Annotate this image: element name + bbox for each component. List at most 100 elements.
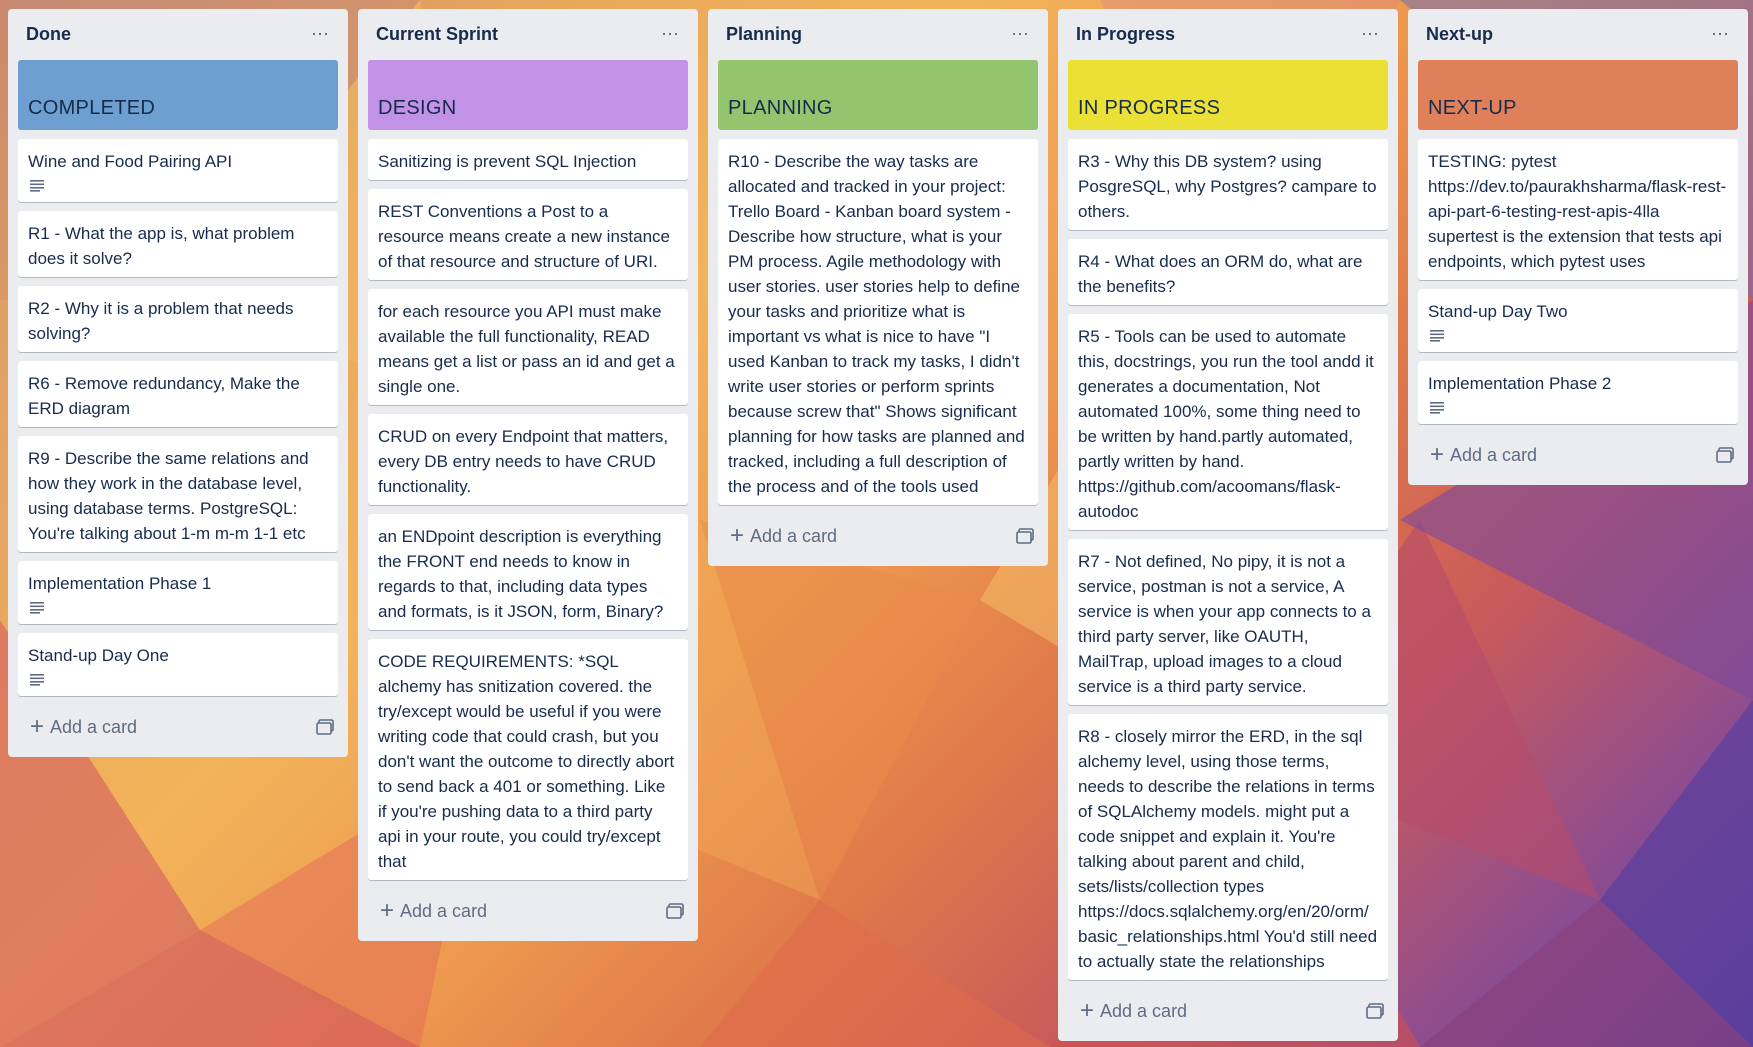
card[interactable]: Wine and Food Pairing API	[18, 139, 338, 202]
plus-icon: +	[730, 522, 745, 549]
add-card-row: + Add a card	[1418, 433, 1738, 477]
card-title: an ENDpoint description is everything th…	[378, 527, 664, 621]
card[interactable]: Stand-up Day One	[18, 633, 338, 696]
card-title: R9 - Describe the same relations and how…	[28, 449, 309, 543]
add-card-button[interactable]: + Add a card	[730, 524, 837, 548]
card-title: R5 - Tools can be used to automate this,…	[1078, 327, 1374, 521]
card-title: Stand-up Day Two	[1428, 302, 1568, 321]
card[interactable]: R4 - What does an ORM do, what are the b…	[1068, 239, 1388, 305]
add-card-label: Add a card	[750, 525, 838, 546]
list-menu-icon[interactable]: ⋯	[1011, 24, 1030, 45]
card[interactable]: R10 - Describe the way tasks are allocat…	[718, 139, 1038, 505]
plus-icon: +	[380, 897, 395, 924]
add-card-button[interactable]: + Add a card	[30, 715, 137, 739]
list-menu-icon[interactable]: ⋯	[1711, 24, 1730, 45]
list-next-up: Next-up ⋯ NEXT-UP TESTING: pytest https://d…	[1408, 9, 1748, 485]
list-title[interactable]: Planning	[726, 24, 802, 45]
card[interactable]: Implementation Phase 1	[18, 561, 338, 624]
list-header: Current Sprint ⋯	[368, 9, 688, 60]
add-card-button[interactable]: + Add a card	[380, 899, 487, 923]
card[interactable]: R3 - Why this DB system? using PosgreSQL…	[1068, 139, 1388, 230]
list-header: Planning ⋯	[718, 9, 1038, 60]
card[interactable]: CODE REQUIREMENTS: *SQL alchemy has snit…	[368, 639, 688, 880]
add-card-button[interactable]: + Add a card	[1080, 999, 1187, 1023]
card[interactable]: R8 - closely mirror the ERD, in the sql …	[1068, 714, 1388, 980]
label-card[interactable]: PLANNING	[718, 60, 1038, 130]
card[interactable]: R1 - What the app is, what problem does …	[18, 211, 338, 277]
add-card-row: + Add a card	[718, 514, 1038, 558]
add-card-row: + Add a card	[1068, 989, 1388, 1033]
label-card-text: NEXT-UP	[1428, 97, 1517, 119]
card-title: Sanitizing is prevent SQL Injection	[378, 152, 637, 171]
card[interactable]: TESTING: pytest https://dev.to/paurakhsh…	[1418, 139, 1738, 280]
plus-icon: +	[1080, 997, 1095, 1024]
add-card-label: Add a card	[50, 716, 138, 737]
card[interactable]: REST Conventions a Post to a resource me…	[368, 189, 688, 280]
description-icon	[30, 180, 44, 192]
list-header: In Progress ⋯	[1068, 9, 1388, 60]
description-icon	[30, 674, 44, 686]
card-title: Implementation Phase 1	[28, 574, 212, 593]
label-card[interactable]: COMPLETED	[18, 60, 338, 130]
card-title: R8 - closely mirror the ERD, in the sql …	[1078, 727, 1378, 971]
card[interactable]: R6 - Remove redundancy, Make the ERD dia…	[18, 361, 338, 427]
card-template-icon[interactable]	[1016, 528, 1034, 544]
card-title: R7 - Not defined, No pipy, it is not a s…	[1078, 552, 1371, 696]
card-title: TESTING: pytest https://dev.to/paurakhsh…	[1428, 152, 1727, 271]
card[interactable]: Implementation Phase 2	[1418, 361, 1738, 424]
card-title: R4 - What does an ORM do, what are the b…	[1078, 252, 1363, 296]
label-card-text: COMPLETED	[28, 97, 156, 119]
card[interactable]: Stand-up Day Two	[1418, 289, 1738, 352]
card-template-icon[interactable]	[316, 719, 334, 735]
card-title: CODE REQUIREMENTS: *SQL alchemy has snit…	[378, 652, 675, 871]
add-card-label: Add a card	[1450, 444, 1538, 465]
card[interactable]: Sanitizing is prevent SQL Injection	[368, 139, 688, 180]
label-card-text: DESIGN	[378, 97, 457, 119]
add-card-label: Add a card	[1100, 1000, 1188, 1021]
list-current-sprint: Current Sprint ⋯ DESIGN Sanitizing is preve…	[358, 9, 698, 941]
label-card[interactable]: NEXT-UP	[1418, 60, 1738, 130]
add-card-row: + Add a card	[368, 889, 688, 933]
card[interactable]: R2 - Why it is a problem that needs solv…	[18, 286, 338, 352]
plus-icon: +	[30, 713, 45, 740]
card[interactable]: CRUD on every Endpoint that matters, eve…	[368, 414, 688, 505]
card-title: R2 - Why it is a problem that needs solv…	[28, 299, 294, 343]
description-icon	[30, 602, 44, 614]
label-card[interactable]: IN PROGRESS	[1068, 60, 1388, 130]
card-title: R6 - Remove redundancy, Make the ERD dia…	[28, 374, 300, 418]
card-title: CRUD on every Endpoint that matters, eve…	[378, 427, 669, 496]
card-title: R3 - Why this DB system? using PosgreSQL…	[1078, 152, 1377, 221]
description-icon	[1430, 330, 1444, 342]
card-title: REST Conventions a Post to a resource me…	[378, 202, 670, 271]
card[interactable]: for each resource you API must make avai…	[368, 289, 688, 405]
card-title: Implementation Phase 2	[1428, 374, 1612, 393]
card[interactable]: R9 - Describe the same relations and how…	[18, 436, 338, 552]
label-card[interactable]: DESIGN	[368, 60, 688, 130]
card-template-icon[interactable]	[666, 903, 684, 919]
list-header: Next-up ⋯	[1418, 9, 1738, 60]
card-title: for each resource you API must make avai…	[378, 302, 675, 396]
list-menu-icon[interactable]: ⋯	[661, 24, 680, 45]
list-title[interactable]: In Progress	[1076, 24, 1175, 45]
card-template-icon[interactable]	[1716, 447, 1734, 463]
list-title[interactable]: Done	[26, 24, 71, 45]
add-card-button[interactable]: + Add a card	[1430, 443, 1537, 467]
label-card-text: IN PROGRESS	[1078, 97, 1221, 119]
card-title: R1 - What the app is, what problem does …	[28, 224, 295, 268]
list-header: Done ⋯	[18, 9, 338, 60]
list-title[interactable]: Current Sprint	[376, 24, 498, 45]
list-in-progress: In Progress ⋯ IN PROGRESS R3 - Why this DB …	[1058, 9, 1398, 1041]
add-card-row: + Add a card	[18, 705, 338, 749]
card-title: R10 - Describe the way tasks are allocat…	[728, 152, 1025, 496]
card[interactable]: R5 - Tools can be used to automate this,…	[1068, 314, 1388, 530]
label-card-text: PLANNING	[728, 97, 833, 119]
list-title[interactable]: Next-up	[1426, 24, 1493, 45]
card-template-icon[interactable]	[1366, 1003, 1384, 1019]
add-card-label: Add a card	[400, 900, 488, 921]
card[interactable]: an ENDpoint description is everything th…	[368, 514, 688, 630]
card[interactable]: R7 - Not defined, No pipy, it is not a s…	[1068, 539, 1388, 705]
card-title: Wine and Food Pairing API	[28, 152, 233, 171]
list-planning: Planning ⋯ PLANNING R10 - Describe the way …	[708, 9, 1048, 566]
list-menu-icon[interactable]: ⋯	[1361, 24, 1380, 45]
list-menu-icon[interactable]: ⋯	[311, 24, 330, 45]
